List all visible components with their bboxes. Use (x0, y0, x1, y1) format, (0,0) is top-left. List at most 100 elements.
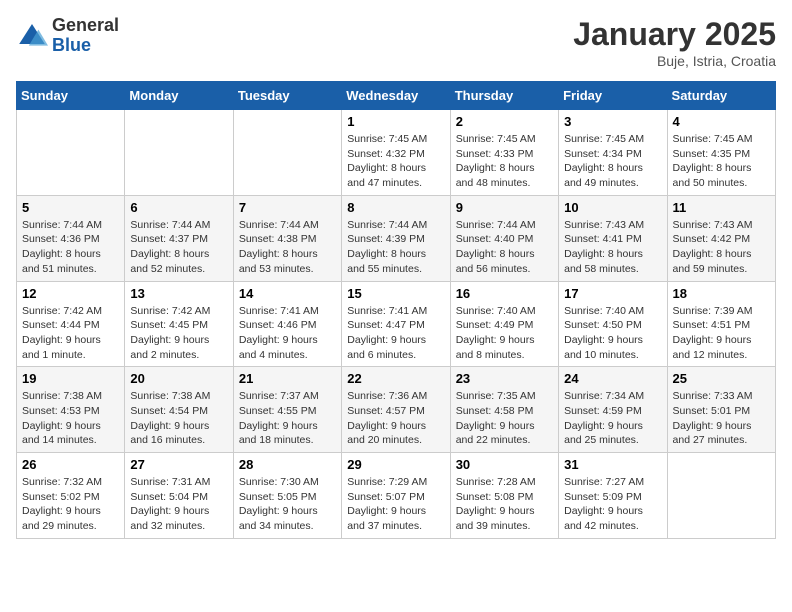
day-info: Sunrise: 7:45 AM Sunset: 4:32 PM Dayligh… (347, 132, 444, 191)
day-number: 28 (239, 457, 336, 472)
day-number: 10 (564, 200, 661, 215)
calendar-cell: 14 Sunrise: 7:41 AM Sunset: 4:46 PM Dayli… (233, 281, 341, 367)
calendar-cell (125, 110, 233, 196)
calendar-header: SundayMondayTuesdayWednesdayThursdayFrid… (17, 82, 776, 110)
week-row-3: 19 Sunrise: 7:38 AM Sunset: 4:53 PM Dayli… (17, 367, 776, 453)
day-number: 1 (347, 114, 444, 129)
calendar-cell: 23 Sunrise: 7:35 AM Sunset: 4:58 PM Dayli… (450, 367, 558, 453)
day-number: 21 (239, 371, 336, 386)
day-number: 23 (456, 371, 553, 386)
title-block: January 2025 Buje, Istria, Croatia (573, 16, 776, 69)
calendar-cell: 11 Sunrise: 7:43 AM Sunset: 4:42 PM Dayli… (667, 195, 775, 281)
header-cell-saturday: Saturday (667, 82, 775, 110)
day-number: 13 (130, 286, 227, 301)
week-row-0: 1 Sunrise: 7:45 AM Sunset: 4:32 PM Daylig… (17, 110, 776, 196)
day-number: 11 (673, 200, 770, 215)
calendar-cell: 10 Sunrise: 7:43 AM Sunset: 4:41 PM Dayli… (559, 195, 667, 281)
day-info: Sunrise: 7:29 AM Sunset: 5:07 PM Dayligh… (347, 475, 444, 534)
calendar-cell: 12Sunrise: 7:42 AM Sunset: 4:44 PM Dayli… (17, 281, 125, 367)
day-info: Sunrise: 7:44 AM Sunset: 4:40 PM Dayligh… (456, 218, 553, 277)
day-number: 24 (564, 371, 661, 386)
day-number: 27 (130, 457, 227, 472)
day-info: Sunrise: 7:40 AM Sunset: 4:49 PM Dayligh… (456, 304, 553, 363)
logo-blue-text: Blue (52, 36, 119, 56)
day-info: Sunrise: 7:44 AM Sunset: 4:37 PM Dayligh… (130, 218, 227, 277)
day-info: Sunrise: 7:43 AM Sunset: 4:41 PM Dayligh… (564, 218, 661, 277)
day-number: 17 (564, 286, 661, 301)
day-info: Sunrise: 7:42 AM Sunset: 4:45 PM Dayligh… (130, 304, 227, 363)
calendar-cell: 26 Sunrise: 7:32 AM Sunset: 5:02 PM Dayli… (17, 453, 125, 539)
calendar-cell: 31Sunrise: 7:27 AM Sunset: 5:09 PM Dayli… (559, 453, 667, 539)
header-row: SundayMondayTuesdayWednesdayThursdayFrid… (17, 82, 776, 110)
calendar-cell: 7 Sunrise: 7:44 AM Sunset: 4:38 PM Daylig… (233, 195, 341, 281)
calendar-cell: 6 Sunrise: 7:44 AM Sunset: 4:37 PM Daylig… (125, 195, 233, 281)
day-info: Sunrise: 7:34 AM Sunset: 4:59 PM Dayligh… (564, 389, 661, 448)
day-info: Sunrise: 7:43 AM Sunset: 4:42 PM Dayligh… (673, 218, 770, 277)
day-number: 25 (673, 371, 770, 386)
day-info: Sunrise: 7:35 AM Sunset: 4:58 PM Dayligh… (456, 389, 553, 448)
day-number: 19 (22, 371, 119, 386)
day-info: Sunrise: 7:37 AM Sunset: 4:55 PM Dayligh… (239, 389, 336, 448)
calendar-cell: 22Sunrise: 7:36 AM Sunset: 4:57 PM Dayli… (342, 367, 450, 453)
day-info: Sunrise: 7:30 AM Sunset: 5:05 PM Dayligh… (239, 475, 336, 534)
calendar-cell (667, 453, 775, 539)
day-number: 7 (239, 200, 336, 215)
day-number: 4 (673, 114, 770, 129)
day-info: Sunrise: 7:38 AM Sunset: 4:54 PM Dayligh… (130, 389, 227, 448)
calendar-cell: 29Sunrise: 7:29 AM Sunset: 5:07 PM Dayli… (342, 453, 450, 539)
header-cell-wednesday: Wednesday (342, 82, 450, 110)
day-number: 3 (564, 114, 661, 129)
calendar-table: SundayMondayTuesdayWednesdayThursdayFrid… (16, 81, 776, 539)
calendar-cell: 24 Sunrise: 7:34 AM Sunset: 4:59 PM Dayli… (559, 367, 667, 453)
header-cell-friday: Friday (559, 82, 667, 110)
day-info: Sunrise: 7:45 AM Sunset: 4:33 PM Dayligh… (456, 132, 553, 191)
week-row-2: 12Sunrise: 7:42 AM Sunset: 4:44 PM Dayli… (17, 281, 776, 367)
day-number: 2 (456, 114, 553, 129)
calendar-cell: 25 Sunrise: 7:33 AM Sunset: 5:01 PM Dayli… (667, 367, 775, 453)
day-info: Sunrise: 7:28 AM Sunset: 5:08 PM Dayligh… (456, 475, 553, 534)
day-number: 18 (673, 286, 770, 301)
calendar-cell (17, 110, 125, 196)
day-info: Sunrise: 7:45 AM Sunset: 4:34 PM Dayligh… (564, 132, 661, 191)
day-number: 26 (22, 457, 119, 472)
day-number: 14 (239, 286, 336, 301)
day-info: Sunrise: 7:44 AM Sunset: 4:39 PM Dayligh… (347, 218, 444, 277)
calendar-cell: 13 Sunrise: 7:42 AM Sunset: 4:45 PM Dayli… (125, 281, 233, 367)
calendar-cell: 20 Sunrise: 7:38 AM Sunset: 4:54 PM Dayli… (125, 367, 233, 453)
header-cell-monday: Monday (125, 82, 233, 110)
calendar-cell: 5Sunrise: 7:44 AM Sunset: 4:36 PM Daylig… (17, 195, 125, 281)
day-info: Sunrise: 7:32 AM Sunset: 5:02 PM Dayligh… (22, 475, 119, 534)
week-row-4: 26 Sunrise: 7:32 AM Sunset: 5:02 PM Dayli… (17, 453, 776, 539)
day-number: 6 (130, 200, 227, 215)
day-number: 15 (347, 286, 444, 301)
day-info: Sunrise: 7:31 AM Sunset: 5:04 PM Dayligh… (130, 475, 227, 534)
calendar-cell: 9 Sunrise: 7:44 AM Sunset: 4:40 PM Daylig… (450, 195, 558, 281)
calendar-cell: 27 Sunrise: 7:31 AM Sunset: 5:04 PM Dayli… (125, 453, 233, 539)
day-number: 22 (347, 371, 444, 386)
day-number: 9 (456, 200, 553, 215)
day-info: Sunrise: 7:33 AM Sunset: 5:01 PM Dayligh… (673, 389, 770, 448)
calendar-cell (233, 110, 341, 196)
day-number: 8 (347, 200, 444, 215)
day-info: Sunrise: 7:40 AM Sunset: 4:50 PM Dayligh… (564, 304, 661, 363)
day-info: Sunrise: 7:41 AM Sunset: 4:47 PM Dayligh… (347, 304, 444, 363)
day-info: Sunrise: 7:44 AM Sunset: 4:38 PM Dayligh… (239, 218, 336, 277)
day-number: 30 (456, 457, 553, 472)
logo-general-text: General (52, 16, 119, 36)
day-info: Sunrise: 7:38 AM Sunset: 4:53 PM Dayligh… (22, 389, 119, 448)
location-text: Buje, Istria, Croatia (573, 53, 776, 69)
calendar-cell: 19 Sunrise: 7:38 AM Sunset: 4:53 PM Dayli… (17, 367, 125, 453)
calendar-cell: 28 Sunrise: 7:30 AM Sunset: 5:05 PM Dayli… (233, 453, 341, 539)
day-info: Sunrise: 7:41 AM Sunset: 4:46 PM Dayligh… (239, 304, 336, 363)
day-info: Sunrise: 7:45 AM Sunset: 4:35 PM Dayligh… (673, 132, 770, 191)
calendar-cell: 2 Sunrise: 7:45 AM Sunset: 4:33 PM Daylig… (450, 110, 558, 196)
day-number: 20 (130, 371, 227, 386)
calendar-cell: 8 Sunrise: 7:44 AM Sunset: 4:39 PM Daylig… (342, 195, 450, 281)
day-number: 12 (22, 286, 119, 301)
logo: General Blue (16, 16, 119, 56)
header-cell-sunday: Sunday (17, 82, 125, 110)
calendar-cell: 17 Sunrise: 7:40 AM Sunset: 4:50 PM Dayli… (559, 281, 667, 367)
header-cell-tuesday: Tuesday (233, 82, 341, 110)
day-number: 5 (22, 200, 119, 215)
month-title: January 2025 (573, 16, 776, 53)
